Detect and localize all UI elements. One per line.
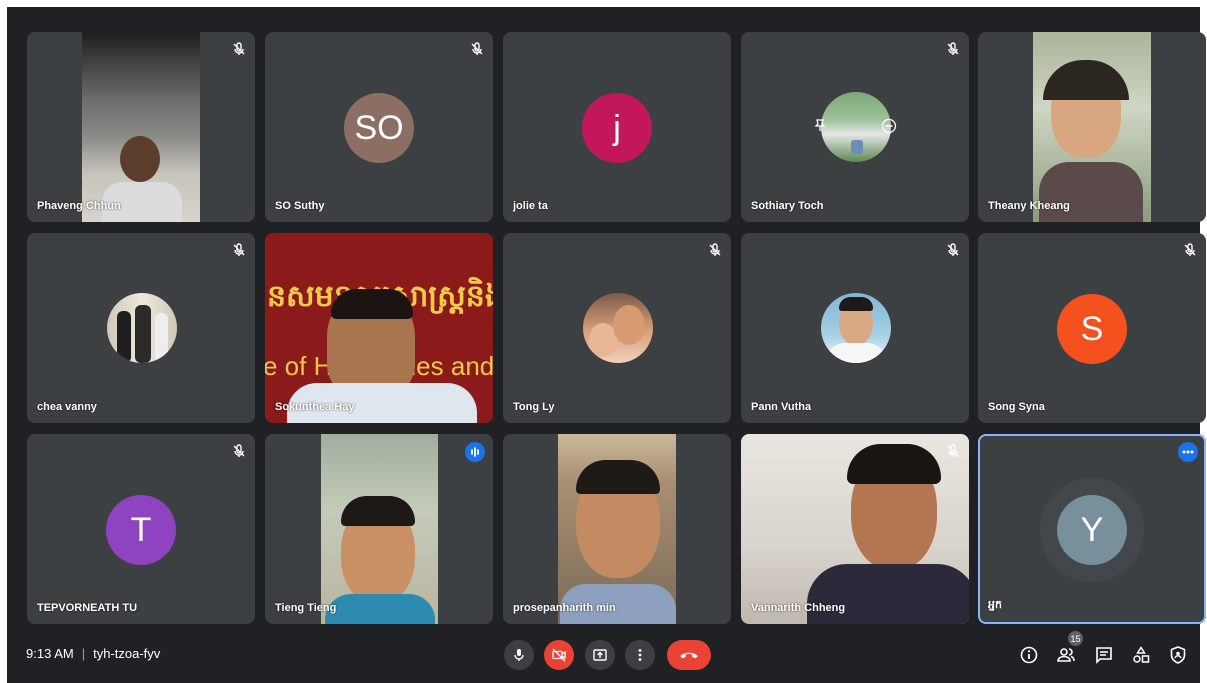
avatar bbox=[583, 293, 653, 363]
mic-off-icon bbox=[233, 243, 245, 256]
mic-off-icon bbox=[947, 444, 959, 457]
more-options-button[interactable] bbox=[1178, 442, 1198, 462]
participant-tile[interactable]: S Song Syna bbox=[978, 233, 1206, 423]
avatar bbox=[821, 293, 891, 363]
people-icon bbox=[1057, 648, 1075, 662]
present-screen-icon bbox=[593, 649, 607, 661]
mic-off-icon bbox=[471, 42, 483, 55]
mic-icon bbox=[514, 649, 524, 661]
host-controls-button[interactable] bbox=[1167, 644, 1189, 666]
participant-tile[interactable]: chea vanny bbox=[27, 233, 255, 423]
meeting-code: tyh-tzoa-fyv bbox=[93, 646, 161, 661]
participant-tile[interactable]: Sothiary Toch bbox=[741, 32, 969, 222]
chat-icon bbox=[1096, 647, 1112, 664]
meet-window: Phaveng Chhun SO SO Suthy j jolie ta Sot… bbox=[7, 7, 1206, 683]
more-horiz-icon bbox=[1182, 450, 1194, 454]
participant-name: SO Suthy bbox=[275, 200, 325, 212]
participant-tile[interactable]: នសមនុស្សសាស្ត្រនិងវ e of Humanities and … bbox=[265, 233, 493, 423]
people-button[interactable] bbox=[1055, 644, 1077, 666]
mic-off-icon bbox=[709, 243, 721, 256]
separator: | bbox=[81, 646, 86, 661]
meeting-info: 9:13 AM | tyh-tzoa-fyv bbox=[26, 646, 160, 661]
participant-tile[interactable]: SO SO Suthy bbox=[265, 32, 493, 222]
more-vert-icon bbox=[638, 649, 642, 661]
pin-icon[interactable] bbox=[813, 118, 827, 132]
participant-tile[interactable]: T TEPVORNEATH TU bbox=[27, 434, 255, 624]
participant-name: Tong Ly bbox=[513, 401, 555, 413]
participant-name: Sokunthea Hay bbox=[275, 401, 355, 413]
participant-tile[interactable]: Vannarith Chheng bbox=[741, 434, 969, 624]
avatar: SO bbox=[344, 93, 414, 163]
participant-tile[interactable]: prosepanharith min bbox=[503, 434, 731, 624]
participant-video bbox=[321, 434, 438, 624]
shield-icon bbox=[1170, 646, 1186, 664]
avatar: S bbox=[1057, 294, 1127, 364]
camera-button[interactable] bbox=[544, 640, 574, 670]
meeting-time: 9:13 AM bbox=[26, 646, 74, 661]
more-options-button[interactable] bbox=[625, 640, 655, 670]
self-tile[interactable]: Y អ្នក bbox=[978, 434, 1206, 624]
participant-tile[interactable]: j jolie ta bbox=[503, 32, 731, 222]
participant-name: Tieng Tieng bbox=[275, 602, 337, 614]
participant-name: Sothiary Toch bbox=[751, 200, 824, 212]
participant-name: chea vanny bbox=[37, 401, 97, 413]
remove-icon[interactable] bbox=[881, 118, 897, 134]
participant-name: TEPVORNEATH TU bbox=[37, 602, 138, 614]
participant-video bbox=[82, 32, 200, 222]
info-icon bbox=[1020, 646, 1038, 664]
activities-button[interactable] bbox=[1130, 644, 1152, 666]
participant-tile[interactable]: Phaveng Chhun bbox=[27, 32, 255, 222]
participant-name: Phaveng Chhun bbox=[37, 200, 121, 212]
meeting-details-button[interactable] bbox=[1018, 644, 1040, 666]
audio-bars-icon bbox=[465, 442, 485, 462]
mic-off-icon bbox=[1184, 243, 1196, 256]
avatar: Y bbox=[1057, 495, 1127, 565]
mic-button[interactable] bbox=[504, 640, 534, 670]
activities-icon bbox=[1133, 646, 1150, 663]
mic-off-icon bbox=[233, 444, 245, 457]
participant-tile[interactable]: Theany Kheang bbox=[978, 32, 1206, 222]
avatar: T bbox=[106, 495, 176, 565]
camera-off-icon bbox=[552, 648, 566, 662]
participant-video bbox=[558, 434, 676, 624]
avatar bbox=[107, 293, 177, 363]
participant-name: Vannarith Chheng bbox=[751, 602, 846, 614]
participant-hair bbox=[331, 289, 413, 319]
participant-count-badge: 15 bbox=[1068, 631, 1083, 646]
participant-name: jolie ta bbox=[513, 200, 548, 212]
chat-button[interactable] bbox=[1093, 644, 1115, 666]
participant-tile[interactable]: Pann Vutha bbox=[741, 233, 969, 423]
participant-video bbox=[741, 434, 969, 624]
participant-name: Theany Kheang bbox=[988, 200, 1070, 212]
avatar: j bbox=[582, 93, 652, 163]
mic-off-icon bbox=[947, 243, 959, 256]
participant-tile[interactable]: Tieng Tieng bbox=[265, 434, 493, 624]
leave-call-button[interactable] bbox=[667, 640, 711, 670]
control-bar: 9:13 AM | tyh-tzoa-fyv 15 bbox=[7, 627, 1200, 683]
mic-off-icon bbox=[233, 42, 245, 55]
participant-name: Song Syna bbox=[988, 401, 1045, 413]
participant-name: prosepanharith min bbox=[513, 602, 616, 614]
hangup-icon bbox=[680, 652, 698, 659]
present-button[interactable] bbox=[585, 640, 615, 670]
participant-tile[interactable]: Tong Ly bbox=[503, 233, 731, 423]
participant-video bbox=[1033, 32, 1151, 222]
participant-name: អ្នក bbox=[988, 598, 1002, 611]
participant-name: Pann Vutha bbox=[751, 401, 812, 413]
mic-off-icon bbox=[947, 42, 959, 55]
